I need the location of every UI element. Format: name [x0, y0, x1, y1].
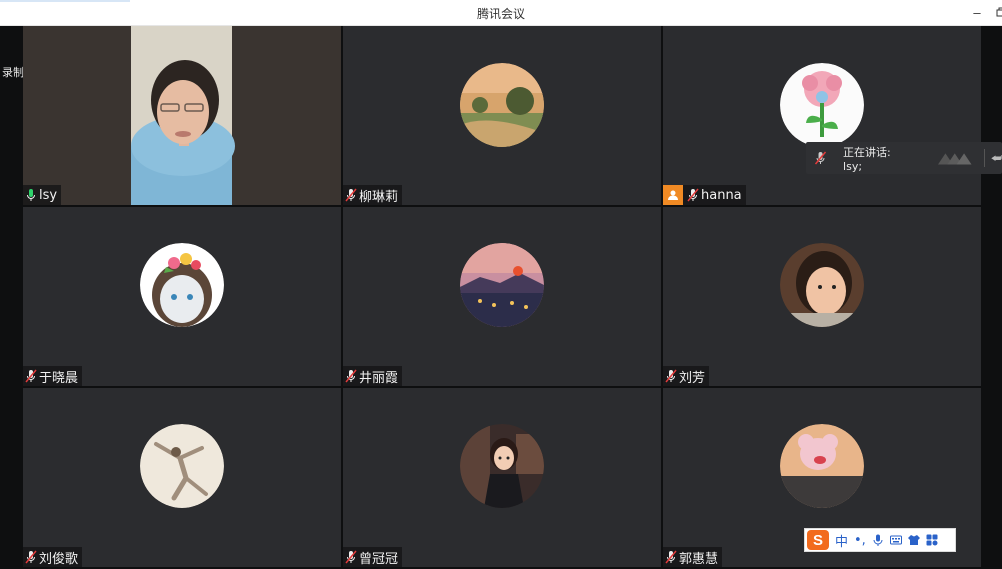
host-icon	[663, 185, 683, 205]
avatar	[460, 63, 544, 147]
ime-punct[interactable]: •,	[854, 533, 866, 548]
microphone-icon[interactable]	[872, 534, 884, 546]
participant-tile-hanna[interactable]: hanna	[663, 26, 981, 205]
microphone-muted-icon	[665, 550, 677, 564]
microphone-muted-icon	[814, 151, 827, 165]
microphone-muted-icon	[345, 188, 357, 202]
title-accent	[0, 0, 130, 2]
separator	[983, 149, 985, 167]
keyboard-icon[interactable]	[889, 534, 902, 546]
avatar	[780, 424, 864, 508]
apps-icon[interactable]	[926, 534, 938, 546]
participant-name: 井丽霞	[359, 370, 399, 386]
sogou-logo-icon[interactable]: S	[807, 530, 829, 550]
participant-tile-6[interactable]: 刘芳	[663, 207, 981, 386]
speaking-indicator[interactable]: 正在讲话: lsy; ⮨	[806, 142, 1002, 174]
nametag: lsy	[23, 185, 62, 205]
avatar	[460, 243, 544, 327]
meeting-stage: 录制中 lsy 柳琳莉 hanna 于晓晨 井丽霞 刘芳 刘俊歌 曾冠冠 郭惠慧…	[0, 26, 1002, 569]
nametag: 于晓晨	[23, 366, 83, 386]
participant-tile-2[interactable]: 柳琳莉	[343, 26, 661, 205]
avatar	[780, 243, 864, 327]
participant-tile-5[interactable]: 井丽霞	[343, 207, 661, 386]
speaking-indicator-label: 正在讲话: lsy;	[843, 145, 891, 173]
nametag: 刘芳	[663, 366, 710, 386]
microphone-muted-icon	[687, 188, 699, 202]
nametag: hanna	[663, 185, 746, 205]
participant-name: 刘芳	[679, 370, 706, 386]
ime-mode[interactable]: 中	[835, 531, 848, 550]
title-bar: 腾讯会议 –	[0, 0, 1002, 26]
microphone-muted-icon	[345, 550, 357, 564]
participant-name: 郭惠慧	[679, 551, 719, 567]
microphone-muted-icon	[345, 369, 357, 383]
microphone-muted-icon	[665, 369, 677, 383]
nametag: 刘俊歌	[23, 547, 83, 567]
shirt-icon[interactable]	[907, 534, 920, 546]
participant-tile-7[interactable]: 刘俊歌	[23, 388, 341, 567]
participant-tile-4[interactable]: 于晓晨	[23, 207, 341, 386]
participant-name: hanna	[701, 187, 742, 203]
collapse-icon[interactable]: ⮨	[991, 151, 1002, 166]
video-grid: lsy 柳琳莉 hanna 于晓晨 井丽霞 刘芳 刘俊歌 曾冠冠 郭惠慧	[23, 26, 981, 567]
nametag: 井丽霞	[343, 366, 403, 386]
avatar	[780, 63, 864, 147]
nametag: 柳琳莉	[343, 185, 403, 205]
avatar	[140, 243, 224, 327]
participant-name: 刘俊歌	[39, 551, 79, 567]
participant-video	[23, 26, 341, 205]
nametag: 郭惠慧	[663, 547, 723, 567]
minimize-icon[interactable]: –	[968, 4, 986, 22]
avatar	[460, 424, 544, 508]
participant-name: lsy	[39, 187, 58, 203]
restore-icon[interactable]	[992, 4, 1002, 22]
participant-tile-lsy[interactable]: lsy	[23, 26, 341, 205]
microphone-muted-icon	[25, 369, 37, 383]
participant-tile-8[interactable]: 曾冠冠	[343, 388, 661, 567]
microphone-icon	[27, 189, 35, 201]
participant-name: 于晓晨	[39, 370, 79, 386]
ime-toolbar[interactable]: S 中 •,	[804, 528, 956, 552]
avatar	[140, 424, 224, 508]
participant-name: 柳琳莉	[359, 189, 399, 205]
window-title: 腾讯会议	[476, 7, 525, 21]
microphone-muted-icon	[25, 550, 37, 564]
audio-level-icon	[938, 153, 972, 165]
participant-name: 曾冠冠	[359, 551, 399, 567]
nametag: 曾冠冠	[343, 547, 403, 567]
